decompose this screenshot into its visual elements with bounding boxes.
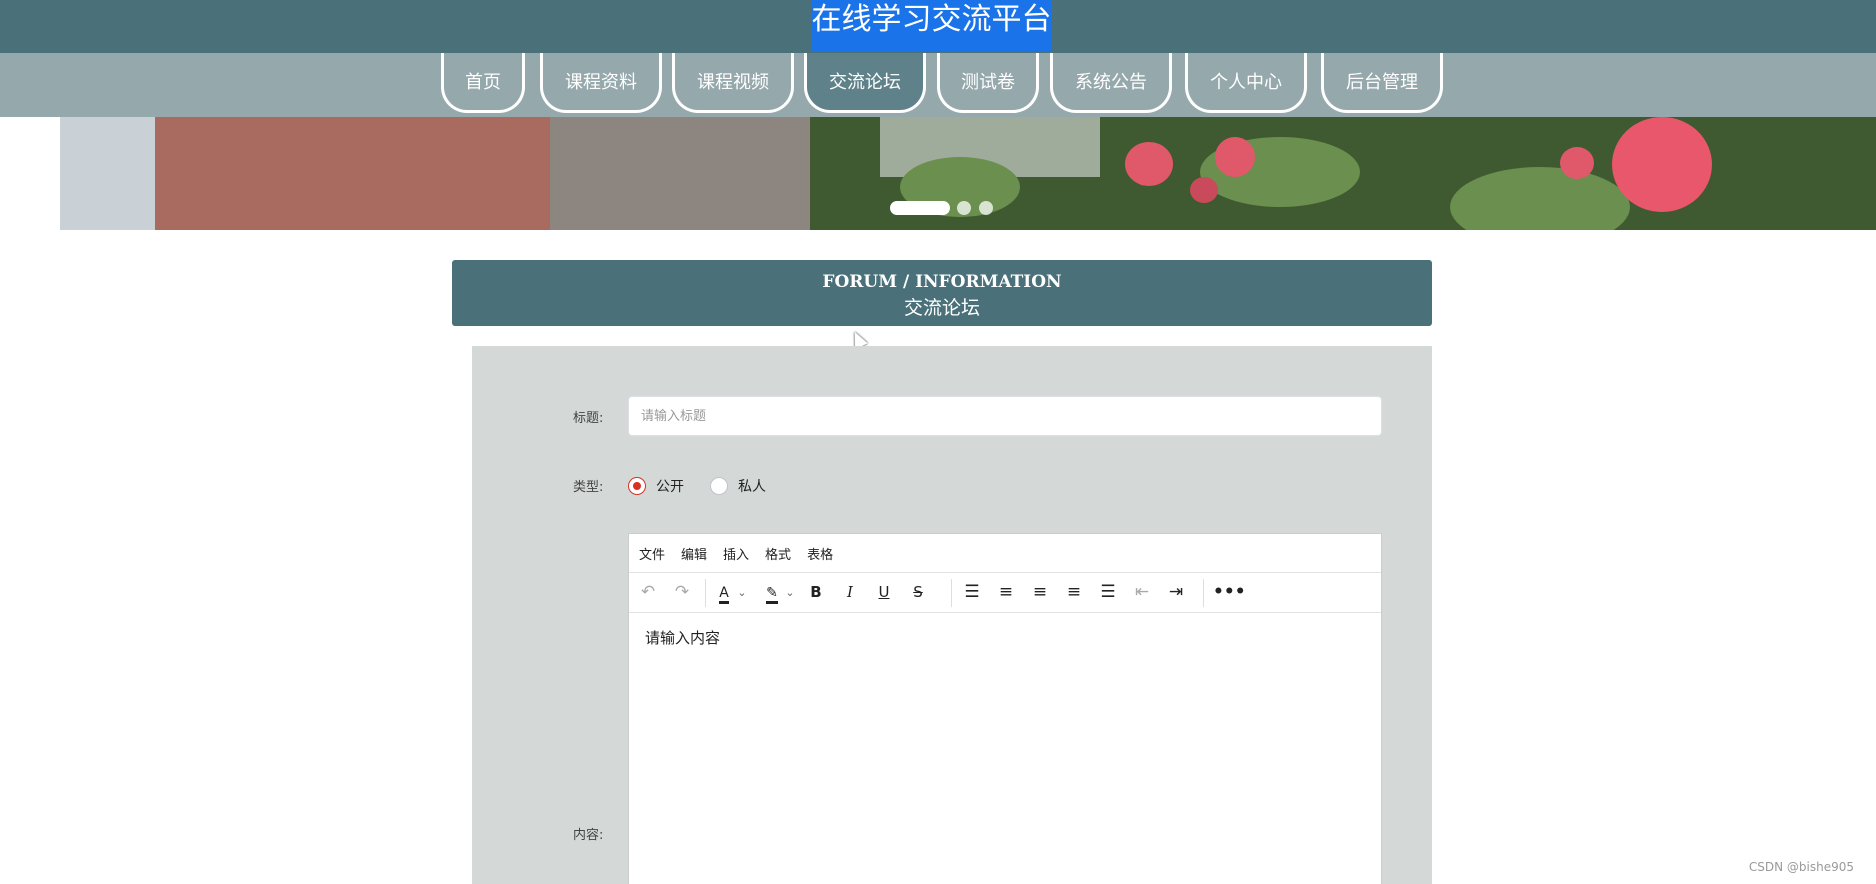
- type-radio-private[interactable]: 私人: [710, 476, 766, 496]
- section-header: FORUM / INFORMATION 交流论坛: [452, 260, 1432, 326]
- indent-icon[interactable]: ⇥: [1164, 573, 1188, 612]
- outdent-icon[interactable]: ⇤: [1130, 573, 1154, 612]
- radio-checked-icon: [628, 477, 646, 495]
- site-title: 在线学习交流平台: [811, 0, 1052, 51]
- content-label: 内容:: [573, 828, 604, 843]
- align-right-icon[interactable]: ≡: [1062, 573, 1086, 612]
- carousel-dot-1[interactable]: [890, 201, 950, 215]
- title-label: 标题:: [573, 411, 604, 426]
- editor-content-area[interactable]: 请输入内容: [629, 613, 1381, 662]
- nav-item-course-materials[interactable]: 课程资料: [540, 53, 662, 113]
- undo-icon[interactable]: ↶: [637, 573, 659, 612]
- bold-icon[interactable]: B: [805, 573, 827, 612]
- radio-unchecked-icon: [710, 477, 728, 495]
- nav-item-announcements[interactable]: 系统公告: [1050, 53, 1172, 113]
- text-color-icon[interactable]: A: [713, 573, 735, 612]
- highlight-color-icon[interactable]: ✎: [761, 573, 783, 612]
- carousel-dot-3[interactable]: [979, 201, 993, 215]
- more-icon[interactable]: •••: [1213, 573, 1246, 612]
- menu-table[interactable]: 表格: [807, 544, 833, 563]
- menu-edit[interactable]: 编辑: [681, 544, 707, 563]
- redo-icon[interactable]: ↷: [671, 573, 693, 612]
- menu-file[interactable]: 文件: [639, 544, 665, 563]
- nav-item-admin[interactable]: 后台管理: [1321, 53, 1443, 113]
- nav-item-course-videos[interactable]: 课程视频: [672, 53, 794, 113]
- type-radio-public[interactable]: 公开: [628, 476, 684, 496]
- underline-icon[interactable]: U: [873, 573, 895, 612]
- align-center-icon[interactable]: ≡: [1028, 573, 1052, 612]
- menu-format[interactable]: 格式: [765, 544, 791, 563]
- italic-icon[interactable]: I: [839, 573, 861, 612]
- nav-item-tests[interactable]: 测试卷: [937, 53, 1039, 113]
- text-color-dropdown-icon[interactable]: ⌄: [735, 573, 749, 612]
- align-justify-icon[interactable]: ☰: [1096, 573, 1120, 612]
- editor-menubar: 文件 编辑 插入 格式 表格: [629, 534, 1381, 573]
- strikethrough-icon[interactable]: S: [907, 573, 929, 612]
- title-input[interactable]: [628, 396, 1382, 436]
- nav-item-forum[interactable]: 交流论坛: [804, 53, 926, 113]
- line-height-icon[interactable]: ☰: [960, 573, 984, 612]
- section-title-cn: 交流论坛: [903, 297, 980, 319]
- nav-item-home[interactable]: 首页: [441, 53, 525, 113]
- align-left-icon[interactable]: ≡: [994, 573, 1018, 612]
- nav-item-personal-center[interactable]: 个人中心: [1185, 53, 1307, 113]
- type-option-private-label: 私人: [738, 479, 766, 495]
- section-title-en: FORUM / INFORMATION: [822, 272, 1062, 292]
- type-option-public-label: 公开: [656, 479, 684, 495]
- watermark: CSDN @bishe905: [1748, 860, 1854, 874]
- carousel-dot-2[interactable]: [957, 201, 971, 215]
- rich-text-editor: 文件 编辑 插入 格式 表格 ↶ ↷ A ⌄ ✎ ⌄ B I U S ☰ ≡ ≡…: [628, 533, 1382, 884]
- highlight-dropdown-icon[interactable]: ⌄: [783, 573, 797, 612]
- menu-insert[interactable]: 插入: [723, 544, 749, 563]
- type-label: 类型:: [573, 480, 604, 495]
- editor-toolbar: ↶ ↷ A ⌄ ✎ ⌄ B I U S ☰ ≡ ≡ ≡ ☰ ⇤ ⇥ •••: [629, 573, 1381, 613]
